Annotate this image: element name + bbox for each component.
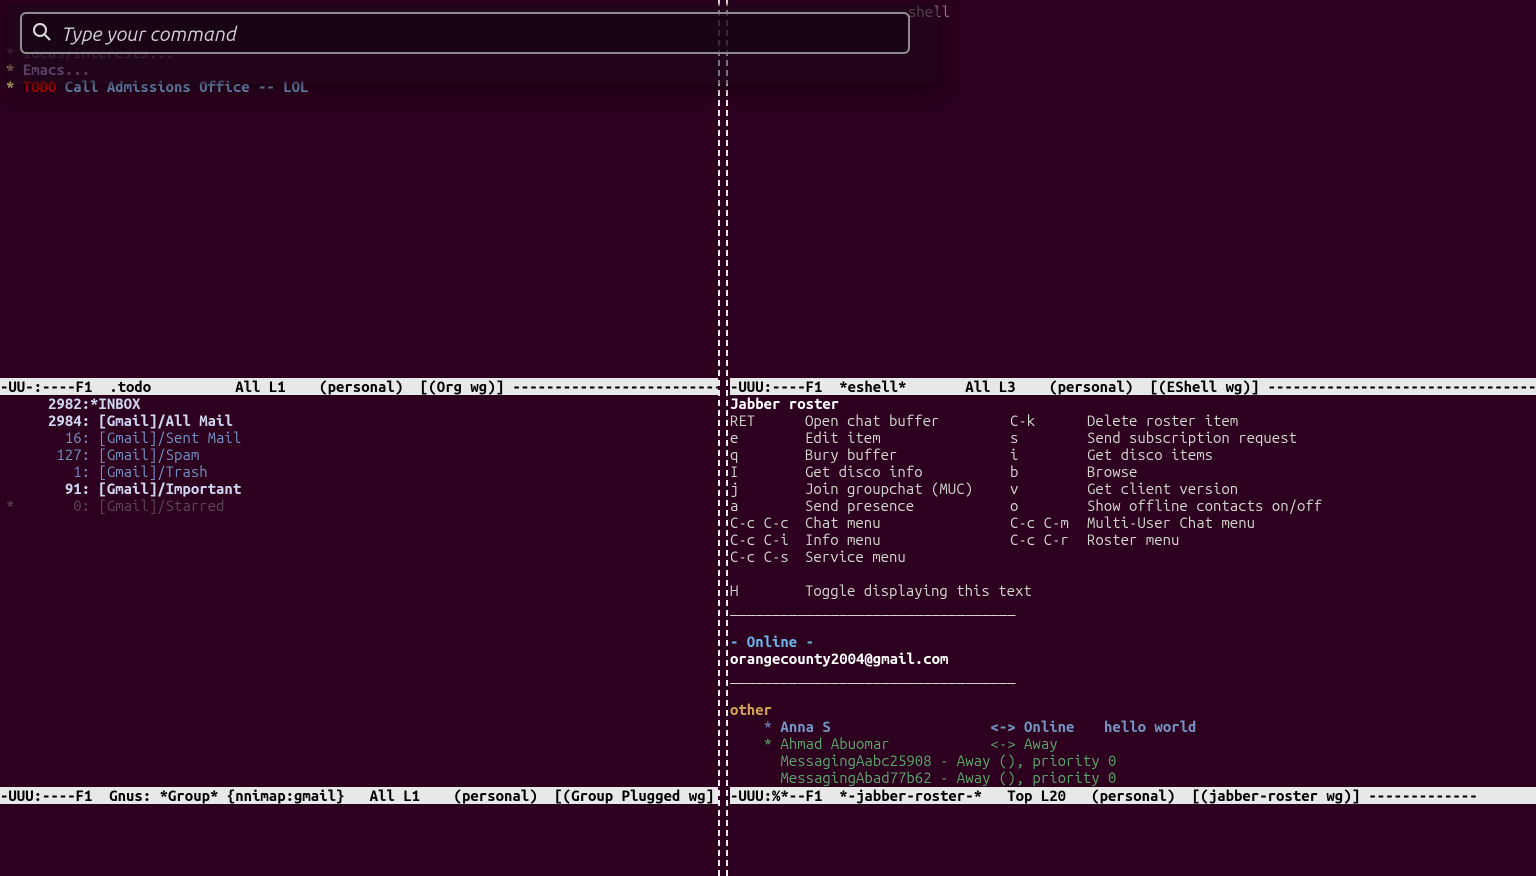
jabber-help-row: aSend presenceoShow offline contacts on/… bbox=[730, 497, 1530, 514]
jabber-help-row: C-c C-sService menu bbox=[730, 548, 1530, 565]
modeline-eshell[interactable]: -UUU:----F1 *eshell* All L3 (personal) [… bbox=[730, 378, 1536, 395]
group-important[interactable]: 91: [Gmail]/Important bbox=[6, 480, 712, 497]
hud-overlay bbox=[8, 4, 938, 84]
jabber-help-row: C-c C-cChat menuC-c C-mMulti-User Chat m… bbox=[730, 514, 1530, 531]
group-inbox[interactable]: 2982:*INBOX bbox=[6, 395, 712, 412]
pane-jabber-roster[interactable]: Jabber roster RETOpen chat bufferC-kDele… bbox=[730, 395, 1536, 830]
jabber-help-row: HToggle displaying this text bbox=[730, 582, 1530, 599]
minibuffer[interactable] bbox=[0, 806, 1536, 876]
pane-gnus-groups[interactable]: 2982:*INBOX 2984: [Gmail]/All Mail 16: [… bbox=[0, 395, 718, 830]
group-trash[interactable]: 1: [Gmail]/Trash bbox=[6, 463, 712, 480]
search-icon bbox=[32, 22, 62, 45]
jabber-rule: __________________________________ bbox=[730, 667, 1530, 684]
modeline-jabber[interactable]: -UUU:%*--F1 *-jabber-roster-* Top L20 (p… bbox=[730, 787, 1536, 804]
group-spam[interactable]: 127: [Gmail]/Spam bbox=[6, 446, 712, 463]
jabber-blank bbox=[730, 616, 1530, 633]
jabber-contact-raw[interactable]: MessagingAabc25908 - Away (), priority 0 bbox=[730, 752, 1530, 769]
hud-search-box[interactable] bbox=[20, 12, 910, 54]
group-allmail[interactable]: 2984: [Gmail]/All Mail bbox=[6, 412, 712, 429]
jabber-account[interactable]: orangecounty2004@gmail.com bbox=[730, 650, 1530, 667]
jabber-help-row: IGet disco infobBrowse bbox=[730, 463, 1530, 480]
jabber-blank bbox=[730, 684, 1530, 701]
jabber-rule: __________________________________ bbox=[730, 599, 1530, 616]
modeline-todo[interactable]: -UU-:----F1 .todo All L1 (personal) [(Or… bbox=[0, 378, 718, 395]
jabber-group-other[interactable]: other bbox=[730, 701, 1530, 718]
jabber-help-blank bbox=[730, 565, 1530, 582]
group-starred[interactable]: * 0: [Gmail]/Starred bbox=[6, 497, 712, 514]
jabber-contact-anna[interactable]: * Anna S<-> Onlinehello world bbox=[730, 718, 1530, 735]
group-sentmail[interactable]: 16: [Gmail]/Sent Mail bbox=[6, 429, 712, 446]
jabber-help-row: jJoin groupchat (MUC)vGet client version bbox=[730, 480, 1530, 497]
jabber-contact-ahmad[interactable]: * Ahmad Abuomar<-> Away bbox=[730, 735, 1530, 752]
jabber-help-row: qBury bufferiGet disco items bbox=[730, 446, 1530, 463]
jabber-help-row: C-c C-iInfo menuC-c C-rRoster menu bbox=[730, 531, 1530, 548]
modeline-gnus[interactable]: -UUU:----F1 Gnus: *Group* {nnimap:gmail}… bbox=[0, 787, 718, 804]
jabber-online-heading: - Online - bbox=[730, 633, 1530, 650]
jabber-contact-raw[interactable]: MessagingAbad77b62 - Away (), priority 0 bbox=[730, 769, 1530, 786]
jabber-title: Jabber roster bbox=[730, 395, 1530, 412]
jabber-help-row: eEdit itemsSend subscription request bbox=[730, 429, 1530, 446]
jabber-help-row: RETOpen chat bufferC-kDelete roster item bbox=[730, 412, 1530, 429]
vertical-split-divider[interactable] bbox=[718, 0, 730, 876]
hud-command-input[interactable] bbox=[62, 22, 898, 45]
